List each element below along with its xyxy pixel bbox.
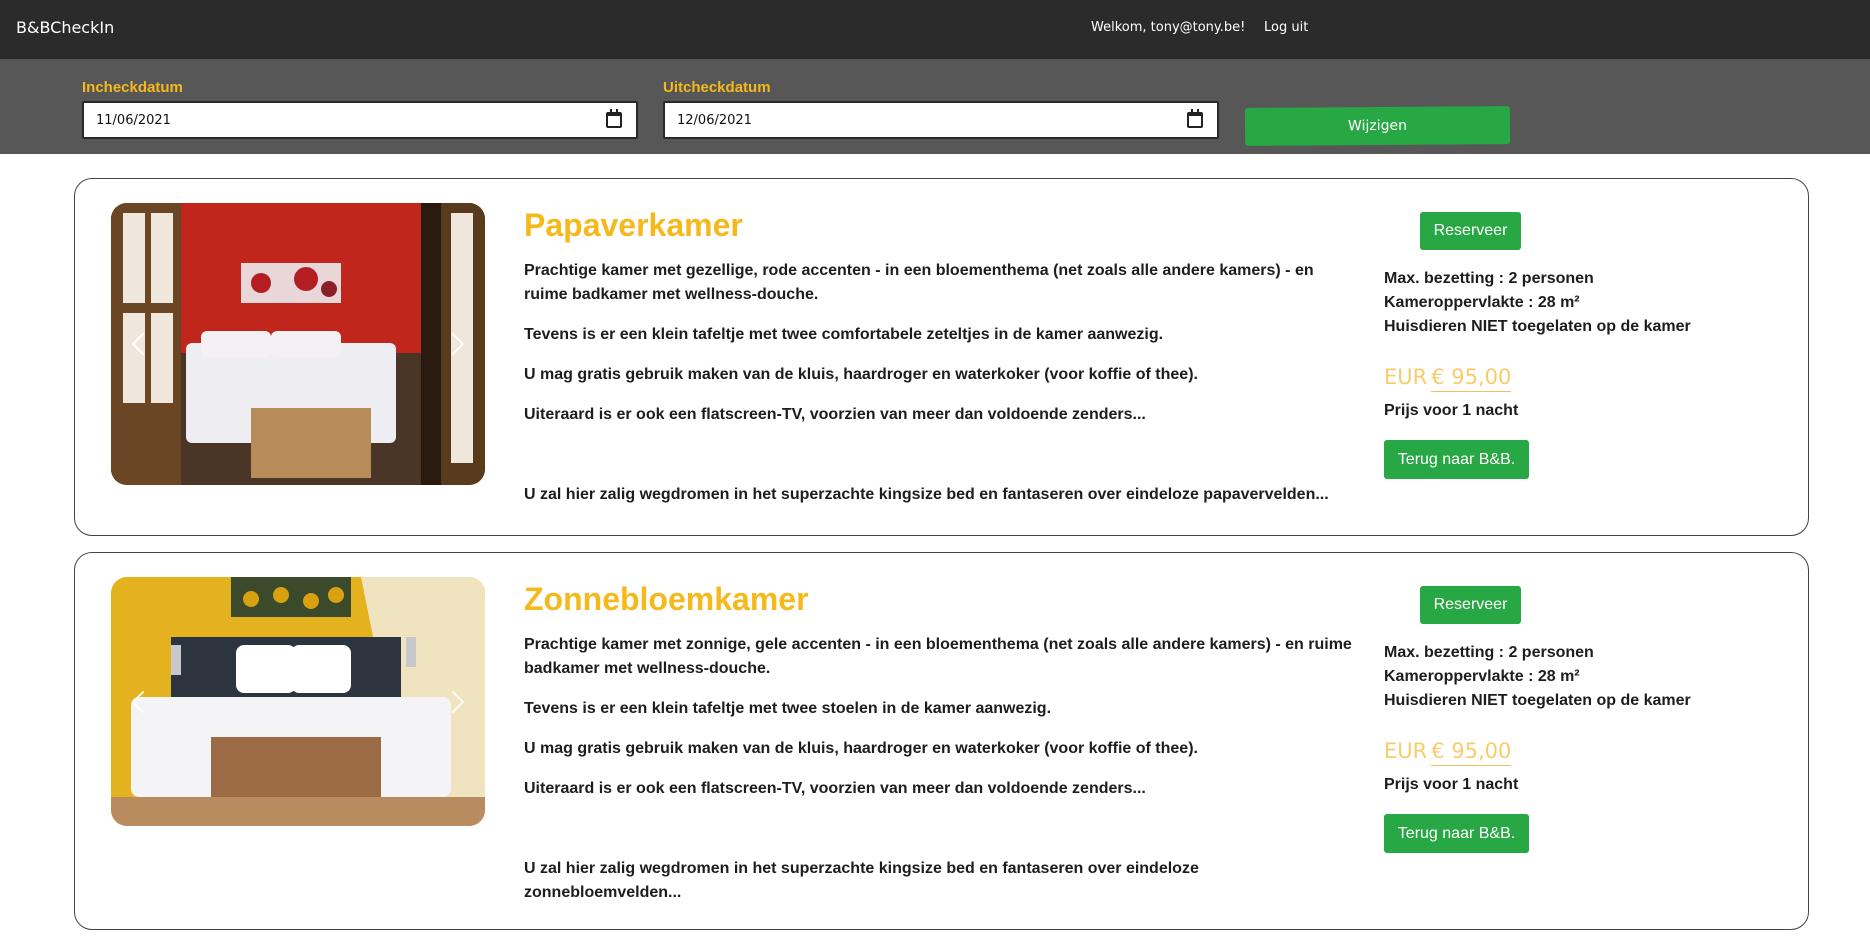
room-description: U mag gratis gebruik maken van de kluis,… <box>524 366 1198 383</box>
room-photo <box>111 203 485 485</box>
calendar-icon[interactable] <box>606 109 622 128</box>
reserve-button[interactable]: Reserveer <box>1420 586 1521 624</box>
checkin-date-value: 11/06/2021 <box>96 113 171 128</box>
room-description: Uiteraard is er ook een flatscreen-TV, v… <box>524 406 1146 423</box>
room-area: Kameroppervlakte : 28 m² <box>1384 294 1580 311</box>
room-description: Prachtige kamer met gezellige, rode acce… <box>524 262 1314 303</box>
price-note: Prijs voor 1 nacht <box>1384 776 1519 793</box>
room-title: Zonnebloemkamer <box>524 581 809 617</box>
max-occupancy: Max. bezetting : 2 personen <box>1384 644 1594 661</box>
price-currency: EUR <box>1384 739 1428 763</box>
pets-policy: Huisdieren NIET toegelaten op de kamer <box>1384 692 1691 709</box>
room-description: U mag gratis gebruik maken van de kluis,… <box>524 740 1198 757</box>
room-description: U zal hier zalig wegdromen in het superz… <box>524 860 1199 901</box>
room-card: Zonnebloemkamer Prachtige kamer met zonn… <box>74 552 1809 930</box>
reserve-button[interactable]: Reserveer <box>1420 212 1521 250</box>
pets-policy: Huisdieren NIET toegelaten op de kamer <box>1384 318 1691 335</box>
price-amount: € 95,00 <box>1431 739 1512 766</box>
checkout-date-value: 12/06/2021 <box>677 113 752 128</box>
room-title: Papaverkamer <box>524 207 743 243</box>
checkin-label: Incheckdatum <box>82 79 183 96</box>
room-description: Tevens is er een klein tafeltje met twee… <box>524 700 1052 717</box>
max-occupancy: Max. bezetting : 2 personen <box>1384 270 1594 287</box>
back-to-bnb-button[interactable]: Terug naar B&B. <box>1384 440 1529 479</box>
room-card: Papaverkamer Prachtige kamer met gezelli… <box>74 178 1809 536</box>
price-amount: € 95,00 <box>1431 365 1512 392</box>
room-description: U zal hier zalig wegdromen in het superz… <box>524 486 1329 503</box>
date-selection-bar: Incheckdatum 11/06/2021 Uitcheckdatum 12… <box>0 59 1870 154</box>
price-note: Prijs voor 1 nacht <box>1384 402 1519 419</box>
room-area: Kameroppervlakte : 28 m² <box>1384 668 1580 685</box>
room-photo <box>111 577 485 826</box>
price-currency: EUR <box>1384 365 1428 389</box>
room-photo-carousel[interactable] <box>111 577 485 826</box>
logout-link[interactable]: Log uit <box>1264 20 1308 35</box>
room-price: EUR € 95,00 <box>1384 365 1512 392</box>
brand-logo[interactable]: B&BCheckIn <box>16 18 114 37</box>
checkout-label: Uitcheckdatum <box>663 79 771 96</box>
room-description: Tevens is er een klein tafeltje met twee… <box>524 326 1164 343</box>
welcome-text: Welkom, tony@tony.be! <box>1091 20 1246 35</box>
checkout-date-input[interactable]: 12/06/2021 <box>663 101 1219 139</box>
checkin-date-input[interactable]: 11/06/2021 <box>82 101 638 139</box>
room-photo-carousel[interactable] <box>111 203 485 485</box>
room-description: Uiteraard is er ook een flatscreen-TV, v… <box>524 780 1146 797</box>
change-dates-button[interactable]: Wijzigen <box>1244 106 1511 146</box>
top-navbar: B&BCheckIn Welkom, tony@tony.be! Log uit <box>0 0 1870 59</box>
room-description: Prachtige kamer met zonnige, gele accent… <box>524 636 1352 677</box>
back-to-bnb-button[interactable]: Terug naar B&B. <box>1384 814 1529 853</box>
room-price: EUR € 95,00 <box>1384 739 1512 766</box>
calendar-icon[interactable] <box>1187 109 1203 128</box>
